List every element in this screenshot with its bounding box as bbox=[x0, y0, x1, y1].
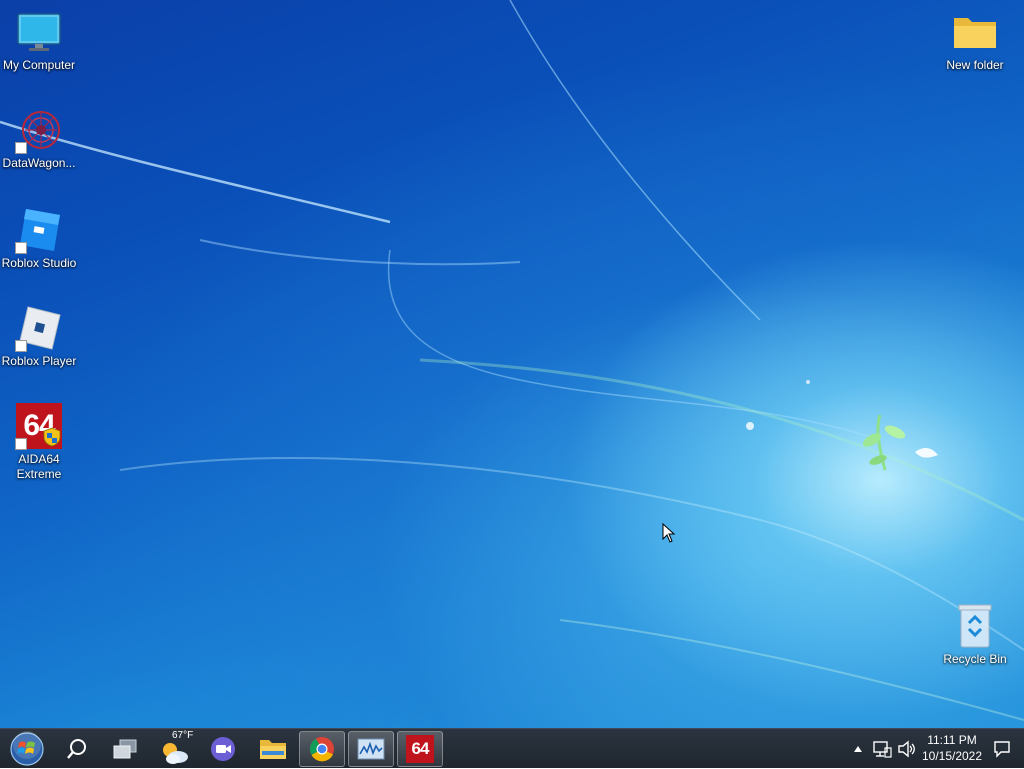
weather-widget[interactable]: 67°F bbox=[152, 730, 200, 767]
desktop-icon-label: Roblox Player bbox=[1, 354, 77, 368]
meet-now-button[interactable] bbox=[200, 731, 246, 767]
folder-icon bbox=[951, 8, 999, 56]
network-icon bbox=[873, 741, 892, 758]
desktop-icon-my-computer[interactable]: My Computer bbox=[0, 8, 78, 73]
datawagon-icon bbox=[15, 106, 63, 154]
chevron-up-icon bbox=[854, 746, 862, 752]
roblox-player-icon bbox=[15, 304, 63, 352]
desktop-icon-aida64[interactable]: 64 AIDA64 Extreme bbox=[0, 402, 78, 482]
shortcut-arrow-icon bbox=[15, 142, 27, 154]
taskbar-chrome[interactable] bbox=[299, 731, 345, 767]
aida64-taskbar-glyph-text: 64 bbox=[411, 739, 430, 758]
desktop-icon-recycle-bin[interactable]: Recycle Bin bbox=[936, 602, 1014, 667]
monitor-chart-icon bbox=[357, 738, 385, 760]
notification-icon bbox=[994, 741, 1010, 758]
clock-date: 10/15/2022 bbox=[921, 749, 983, 763]
roblox-studio-icon bbox=[15, 206, 63, 254]
desktop-icon-datawagon[interactable]: DataWagon... bbox=[0, 106, 78, 171]
start-button[interactable] bbox=[4, 731, 50, 767]
desktop-icon-roblox-studio[interactable]: Roblox Studio bbox=[0, 206, 78, 271]
aida64-icon: 64 bbox=[15, 402, 63, 450]
desktop-icon-label: My Computer bbox=[2, 58, 76, 72]
task-view-icon bbox=[113, 739, 137, 759]
weather-temperature: 67°F bbox=[172, 730, 194, 741]
clock-time: 11:11 PM bbox=[927, 733, 977, 747]
desktop-icon-new-folder[interactable]: New folder bbox=[936, 8, 1014, 73]
green-sprout-decoration bbox=[746, 380, 938, 471]
monitor-icon bbox=[15, 8, 63, 56]
search-button[interactable] bbox=[54, 731, 100, 767]
taskbar-file-explorer[interactable] bbox=[250, 731, 296, 767]
tray-network-button[interactable] bbox=[871, 729, 893, 769]
shortcut-arrow-icon bbox=[15, 438, 27, 450]
chrome-icon bbox=[309, 737, 334, 762]
taskbar-clock[interactable]: 11:11 PM 10/15/2022 bbox=[914, 732, 990, 764]
desktop-icon-label: DataWagon... bbox=[2, 156, 76, 170]
mouse-cursor-icon bbox=[662, 523, 676, 543]
taskbar-aida64[interactable]: 64 bbox=[397, 731, 443, 767]
notification-center-button[interactable] bbox=[990, 729, 1014, 769]
taskbar: 67°F 64 11:11 PM 10/15/2022 bbox=[0, 728, 1024, 768]
shortcut-arrow-icon bbox=[15, 242, 27, 254]
shortcut-arrow-icon bbox=[15, 340, 27, 352]
partly-cloudy-icon bbox=[163, 743, 188, 764]
file-explorer-icon bbox=[260, 740, 286, 759]
recycle-bin-icon bbox=[951, 602, 999, 650]
wallpaper-art bbox=[0, 0, 1024, 721]
taskbar-resource-monitor[interactable] bbox=[348, 731, 394, 767]
windows-start-orb-icon bbox=[10, 731, 44, 766]
desktop-icon-label: Roblox Studio bbox=[1, 256, 77, 270]
desktop[interactable]: My Computer DataWagon... Roblox Studio R… bbox=[0, 0, 1024, 728]
desktop-icon-label: New folder bbox=[946, 58, 1004, 72]
search-icon bbox=[67, 739, 86, 759]
video-call-icon bbox=[211, 737, 235, 761]
desktop-icon-label: Recycle Bin bbox=[943, 652, 1007, 666]
task-view-button[interactable] bbox=[102, 731, 148, 767]
desktop-icon-label: AIDA64 Extreme bbox=[16, 452, 62, 481]
tray-overflow-button[interactable] bbox=[850, 729, 866, 769]
aida64-icon: 64 bbox=[406, 735, 434, 763]
desktop-icon-roblox-player[interactable]: Roblox Player bbox=[0, 304, 78, 369]
